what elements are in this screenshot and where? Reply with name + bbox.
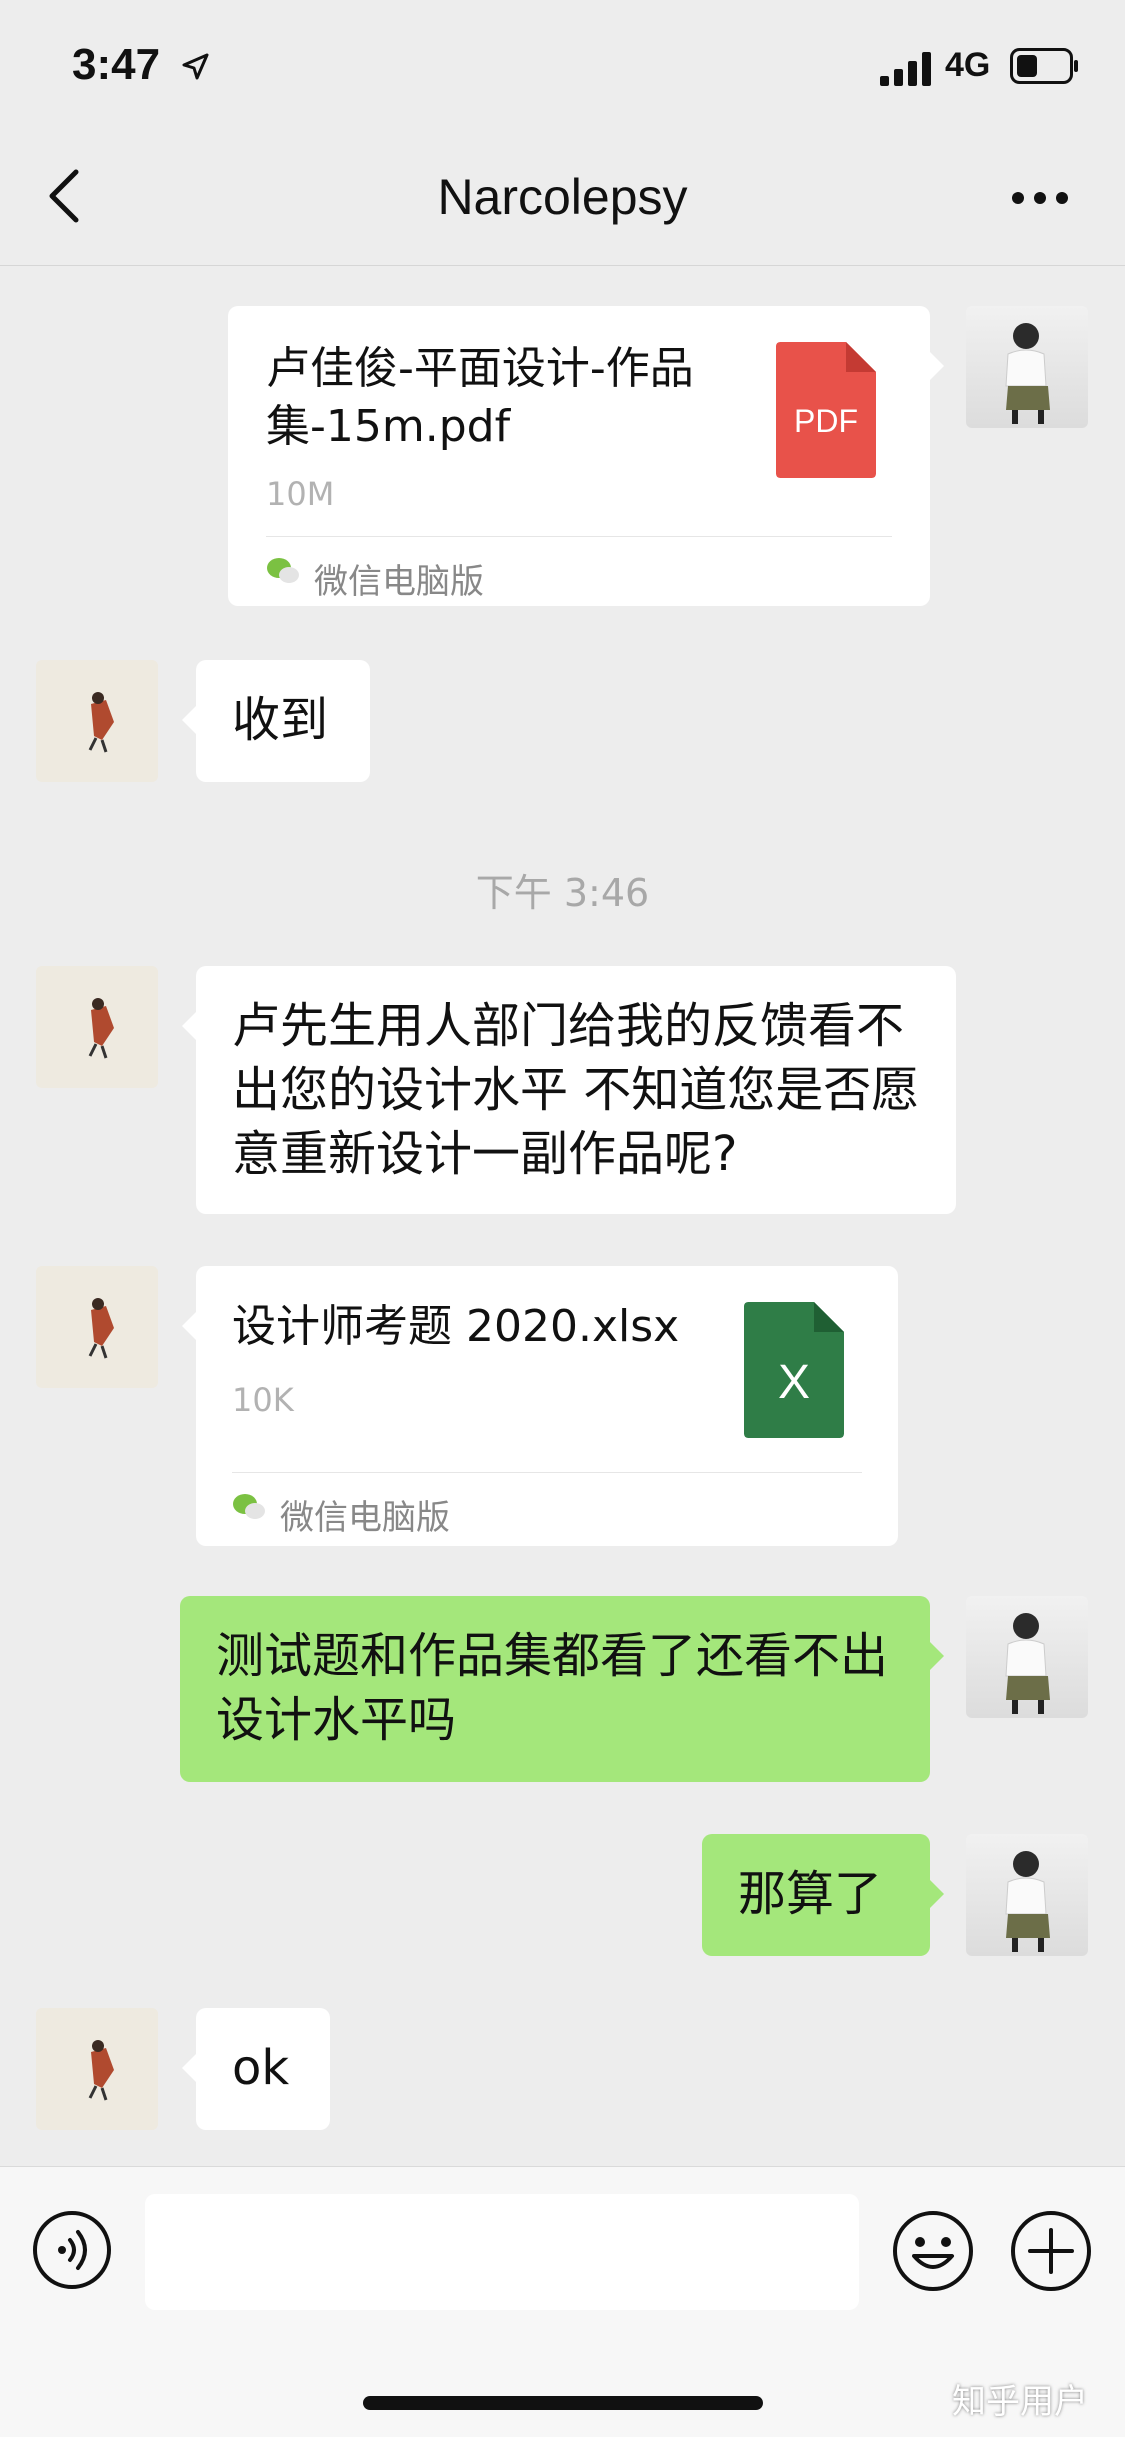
signal-icon [880,52,931,86]
pdf-label: PDF [794,403,858,439]
excel-file-icon: X [744,1302,844,1438]
contact-avatar[interactable] [36,2008,158,2130]
text-message[interactable]: 那算了 [702,1834,944,1956]
wechat-icon [233,1494,265,1519]
text-message[interactable]: ok [182,2008,330,2130]
message-text: 卢先生用人部门给我的反馈看不出您的设计水平 不知道您是否愿意重新设计一副作品呢? [232,998,920,1182]
file-name: 卢佳俊-平面设计-作品集-15m.pdf [266,343,694,452]
message-input[interactable] [145,2194,859,2310]
chat-title: Narcolepsy [437,169,688,225]
file-size: 10M [266,475,335,513]
watermark: 知乎用户 [952,2382,1088,2422]
illustration-icon [88,1298,114,1359]
file-message-xlsx[interactable]: 设计师考题 2020.xlsx 10K X 微信电脑版 [182,1266,898,1546]
excel-label: X [778,1356,810,1409]
voice-icon[interactable] [32,2210,112,2290]
illustration-icon [88,692,114,753]
more-dots-icon[interactable] [1010,178,1070,218]
my-avatar[interactable] [966,1596,1088,1718]
message-text: 测试题和作品集都看了还看不出设计水平吗 [216,1628,889,1748]
contact-avatar[interactable] [36,660,158,782]
home-indicator [363,2396,763,2410]
file-divider [266,536,892,537]
file-source: 微信电脑版 [280,1498,450,1538]
file-message-pdf[interactable]: 卢佳俊-平面设计-作品集-15m.pdf 10M PDF 微信电脑版 [228,306,944,606]
timestamp: 下午 3:46 [475,871,650,915]
message-text: ok [232,2040,290,2096]
text-message[interactable]: 收到 [182,660,370,782]
illustration-icon [88,2040,114,2101]
message-text: 那算了 [738,1866,883,1922]
wechat-icon [267,558,299,583]
emoji-icon[interactable] [892,2210,974,2292]
my-avatar[interactable] [966,1834,1088,1956]
my-avatar[interactable] [966,306,1088,428]
person-icon [1005,1613,1050,1714]
file-source: 微信电脑版 [314,562,484,602]
file-size: 10K [232,1381,294,1419]
contact-avatar[interactable] [36,1266,158,1388]
person-icon [1005,323,1050,424]
location-arrow-icon [182,53,209,80]
battery-icon [1010,48,1078,84]
plus-icon[interactable] [1010,2210,1092,2292]
pdf-file-icon: PDF [776,342,876,478]
file-name: 设计师考题 2020.xlsx [232,1301,680,1352]
text-message[interactable]: 测试题和作品集都看了还看不出设计水平吗 [180,1596,944,1782]
contact-avatar[interactable] [36,966,158,1088]
status-time: 3:47 [72,40,161,89]
text-message[interactable]: 卢先生用人部门给我的反馈看不出您的设计水平 不知道您是否愿意重新设计一副作品呢? [182,966,956,1214]
illustration-icon [88,998,114,1059]
file-divider [232,1472,862,1473]
message-text: 收到 [232,692,329,748]
network-type: 4G [945,46,991,84]
person-icon [1005,1851,1050,1952]
